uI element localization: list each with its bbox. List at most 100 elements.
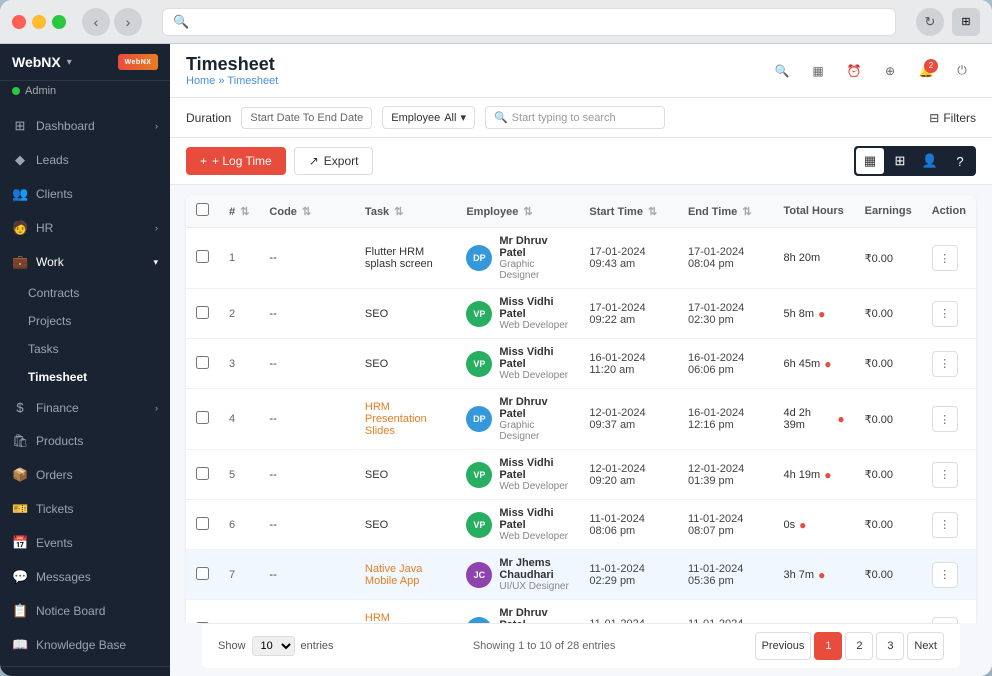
next-page-button[interactable]: Next xyxy=(907,632,944,660)
grid-view-button[interactable]: ⊞ xyxy=(886,148,914,174)
sidebar-item-products[interactable]: 🛍 Products xyxy=(0,424,170,458)
task-link[interactable]: HRM Presentation Slides xyxy=(365,401,427,437)
sidebar-item-label: Tickets xyxy=(36,502,74,516)
row-checkbox[interactable] xyxy=(196,567,209,580)
row-number: 8 xyxy=(219,600,259,624)
row-checkbox[interactable] xyxy=(196,306,209,319)
grid-view-icon[interactable]: ▦ xyxy=(804,57,832,85)
action-cell: ⋮ xyxy=(922,600,976,624)
sidebar-item-messages[interactable]: 💬 Messages xyxy=(0,560,170,594)
action-cell: ⋮ xyxy=(922,389,976,450)
reload-button[interactable]: ↻ xyxy=(916,8,944,36)
sidebar-item-tickets[interactable]: 🎫 Tickets xyxy=(0,492,170,526)
page-2-button[interactable]: 2 xyxy=(845,632,873,660)
task-link[interactable]: Native Java Mobile App xyxy=(365,563,422,587)
sidebar-item-projects[interactable]: Projects xyxy=(0,307,170,335)
row-checkbox[interactable] xyxy=(196,517,209,530)
earnings: ₹0.00 xyxy=(855,550,922,600)
plus-icon[interactable]: ⊕ xyxy=(876,57,904,85)
row-code: -- xyxy=(259,339,355,389)
user-view-button[interactable]: 👤 xyxy=(916,148,944,174)
forward-button[interactable]: › xyxy=(114,8,142,36)
code-text: -- xyxy=(269,569,276,581)
sidebar-item-tasks[interactable]: Tasks xyxy=(0,335,170,363)
row-action-button[interactable]: ⋮ xyxy=(932,462,958,488)
row-checkbox[interactable] xyxy=(196,250,209,263)
sidebar-sub-label: Tasks xyxy=(28,342,59,356)
row-action-button[interactable]: ⋮ xyxy=(932,245,958,271)
end-time: 11-01-2024 08:07 pm xyxy=(678,500,774,550)
export-button[interactable]: ↗ Export xyxy=(294,147,374,175)
row-action-button[interactable]: ⋮ xyxy=(932,406,958,432)
search-box[interactable]: 🔍 Start typing to search xyxy=(485,106,665,129)
row-checkbox[interactable] xyxy=(196,356,209,369)
table-row: 7 -- Native Java Mobile App JC Mr Jhems … xyxy=(186,550,976,600)
address-bar[interactable]: 🔍 xyxy=(162,8,896,36)
row-checkbox[interactable] xyxy=(196,467,209,480)
fullscreen-button[interactable]: ⊞ xyxy=(952,8,980,36)
chevron-icon: › xyxy=(155,403,158,413)
page-buttons: Previous 1 2 3 Next xyxy=(755,632,944,660)
date-range-input[interactable]: Start Date To End Date xyxy=(241,107,372,129)
row-checkbox-cell xyxy=(186,450,219,500)
minimize-icon[interactable] xyxy=(32,15,46,29)
maximize-icon[interactable] xyxy=(52,15,66,29)
row-code: -- xyxy=(259,550,355,600)
sidebar-item-clients[interactable]: 👥 Clients xyxy=(0,177,170,211)
start-time: 11-01-2024 09:30 am xyxy=(579,600,678,624)
table-row: 1 -- Flutter HRM splash screen DP Mr Dhr… xyxy=(186,228,976,289)
page-3-button[interactable]: 3 xyxy=(876,632,904,660)
total-hours: 5h 8m ● xyxy=(773,289,854,339)
brand-chevron-icon: ▾ xyxy=(67,57,72,68)
total-hours: 6h 45m ● xyxy=(773,339,854,389)
help-view-button[interactable]: ? xyxy=(946,148,974,174)
employee-role: Web Developer xyxy=(499,481,569,492)
page-title-area: Timesheet Home » Timesheet xyxy=(186,54,278,87)
page-1-button[interactable]: 1 xyxy=(814,632,842,660)
sidebar-item-work[interactable]: 💼 Work ▾ xyxy=(0,245,170,279)
select-all-checkbox[interactable] xyxy=(196,203,209,216)
task-link[interactable]: HRM Presentation Slides xyxy=(365,612,427,623)
sidebar-item-leads[interactable]: ◆ Leads xyxy=(0,143,170,177)
sidebar-item-knowledge-base[interactable]: 📖 Knowledge Base xyxy=(0,628,170,662)
sidebar-item-events[interactable]: 📅 Events xyxy=(0,526,170,560)
status-icon: ● xyxy=(824,357,831,371)
sidebar-item-orders[interactable]: 📦 Orders xyxy=(0,458,170,492)
row-action-button[interactable]: ⋮ xyxy=(932,351,958,377)
entries-select[interactable]: 10 25 50 xyxy=(252,636,295,656)
close-icon[interactable] xyxy=(12,15,26,29)
start-time: 11-01-2024 02:29 pm xyxy=(579,550,678,600)
breadcrumb-home[interactable]: Home xyxy=(186,75,215,87)
select-all-header xyxy=(186,195,219,228)
end-time: 11-01-2024 05:36 pm xyxy=(678,550,774,600)
avatar: VP xyxy=(466,301,492,327)
row-action-button[interactable]: ⋮ xyxy=(932,301,958,327)
sidebar-item-timesheet[interactable]: Timesheet xyxy=(0,363,170,391)
hours-value: 3h 7m xyxy=(783,569,814,581)
sidebar-item-dashboard[interactable]: ⊞ Dashboard › xyxy=(0,109,170,143)
clock-icon[interactable]: ⏰ xyxy=(840,57,868,85)
search-header-icon[interactable]: 🔍 xyxy=(768,57,796,85)
filters-button[interactable]: ⊟ Filters xyxy=(929,111,976,125)
sidebar-item-contracts[interactable]: Contracts xyxy=(0,279,170,307)
row-action-button[interactable]: ⋮ xyxy=(932,512,958,538)
back-button[interactable]: ‹ xyxy=(82,8,110,36)
log-time-button[interactable]: + + Log Time xyxy=(186,147,286,175)
employee-filter[interactable]: Employee All ▾ xyxy=(382,106,475,129)
notifications-icon[interactable]: 🔔 2 xyxy=(912,57,940,85)
sidebar-header: WebNX ▾ WebNX xyxy=(0,44,170,81)
task-header: Task ⇅ xyxy=(355,195,456,228)
row-checkbox[interactable] xyxy=(196,411,209,424)
row-action-button[interactable]: ⋮ xyxy=(932,562,958,588)
prev-page-button[interactable]: Previous xyxy=(755,632,812,660)
earnings: ₹0.00 xyxy=(855,450,922,500)
sidebar-item-finance[interactable]: $ Finance › xyxy=(0,391,170,424)
list-view-button[interactable]: ▦ xyxy=(856,148,884,174)
sidebar-item-hr[interactable]: 🧑 HR › xyxy=(0,211,170,245)
orders-icon: 📦 xyxy=(12,467,28,483)
task-text: SEO xyxy=(365,519,388,531)
status-icon: ● xyxy=(818,307,825,321)
sidebar-item-notice-board[interactable]: 📋 Notice Board xyxy=(0,594,170,628)
main-content: WebNX ▾ WebNX Admin ⊞ Dashboard › ◆ Lead… xyxy=(0,44,992,676)
power-icon[interactable]: ⏻ xyxy=(948,57,976,85)
